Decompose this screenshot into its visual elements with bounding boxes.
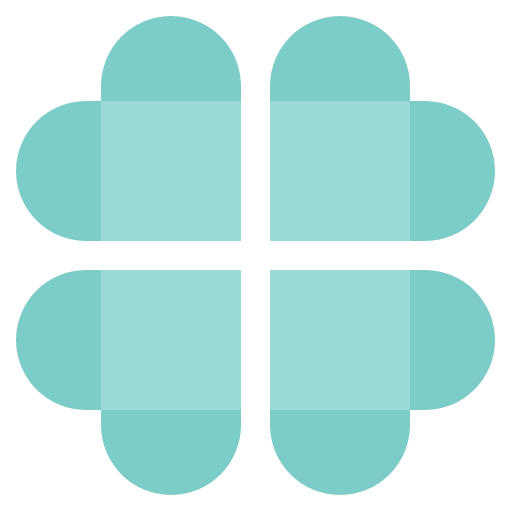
leaf-top-left-left-lobe <box>16 101 101 241</box>
leaf-top-right-top-lobe <box>270 16 410 101</box>
leaf-bottom-right-right-lobe <box>410 270 495 410</box>
leaf-bottom-right-center <box>270 270 410 410</box>
leaf-bottom-right-bottom-lobe <box>270 410 410 495</box>
leaf-bottom-left-center <box>101 270 241 410</box>
leaf-bottom-right <box>270 270 495 495</box>
leaf-bottom-left-left-lobe <box>16 270 101 410</box>
icon-canvas <box>0 0 512 512</box>
leaf-top-left-top-lobe <box>101 16 241 101</box>
leaf-top-left <box>16 16 241 241</box>
four-leaf-clover-icon <box>16 16 495 495</box>
leaf-bottom-left-bottom-lobe <box>101 410 241 495</box>
leaf-bottom-left <box>16 270 241 495</box>
leaf-top-right-center <box>270 101 410 241</box>
leaf-top-left-center <box>101 101 241 241</box>
leaf-top-right-right-lobe <box>410 101 495 241</box>
leaf-top-right <box>270 16 495 241</box>
